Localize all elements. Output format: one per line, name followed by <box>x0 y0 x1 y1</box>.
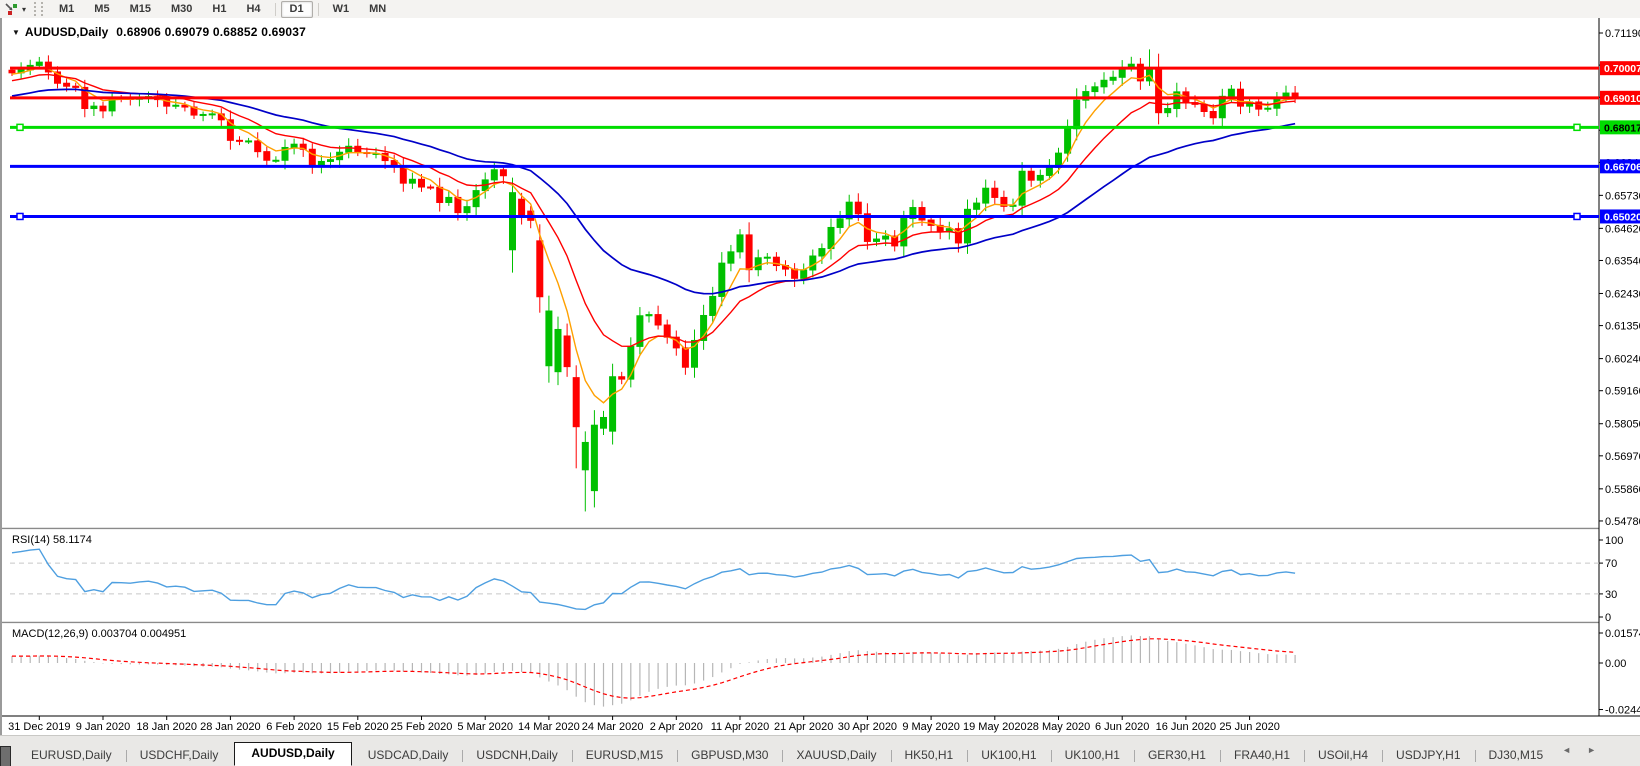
hline-handle <box>16 212 24 221</box>
date-tick-label: 9 May 2020 <box>902 721 959 733</box>
date-tick-label: 6 Jun 2020 <box>1095 721 1149 733</box>
tabs-scroll-left-icon[interactable]: ◄ <box>1562 745 1587 755</box>
chart-tab-usdcad-daily[interactable]: USDCAD,Daily <box>354 745 464 766</box>
chart-tab-eurusd-m15[interactable]: EURUSD,M15 <box>572 745 679 766</box>
price-tick-label: 0.60240 <box>1605 354 1640 366</box>
tab-stub[interactable] <box>0 746 11 766</box>
date-tick-label: 30 Apr 2020 <box>838 721 897 733</box>
rsi-tick-label: 70 <box>1605 558 1617 570</box>
tabs-container: EURUSD,Daily USDCHF,Daily AUDUSD,Daily USDC… <box>17 742 1557 766</box>
macd-tick-label: -0.024412 <box>1605 705 1640 717</box>
macd-tick-label: 0.015741 <box>1605 628 1640 640</box>
timeframe-button-h1[interactable]: H1 <box>203 1 235 18</box>
rsi-tick-label: 0 <box>1605 612 1611 624</box>
chart-tab-uk100-h1[interactable]: UK100,H1 <box>967 745 1052 766</box>
price-tick-label: 0.59160 <box>1605 386 1640 398</box>
chart-tab-hk50-h1[interactable]: HK50,H1 <box>891 745 969 766</box>
date-tick-label: 21 Apr 2020 <box>774 721 833 733</box>
price-tick-label: 0.64620 <box>1605 223 1640 235</box>
chart-tab-fra40-h1[interactable]: FRA40,H1 <box>1220 745 1306 766</box>
date-tick-label: 14 Mar 2020 <box>518 721 580 733</box>
chart-tab-ger30-h1[interactable]: GER30,H1 <box>1134 745 1221 766</box>
hline-price-label: 0.68017 <box>1604 122 1640 134</box>
date-tick-label: 11 Apr 2020 <box>711 721 770 733</box>
timeframe-buttons: M1 M5 M15 M30 H1 H4 D1 W1 MN <box>49 0 396 18</box>
date-tick-label: 31 Dec 2019 <box>8 721 70 733</box>
date-tick-label: 18 Jan 2020 <box>136 721 197 733</box>
timeframe-button-mn[interactable]: MN <box>360 1 395 18</box>
chart-tab-usdcnh-daily[interactable]: USDCNH,Daily <box>462 745 573 766</box>
chart-title: ▼ AUDUSD,Daily 0.68906 0.69079 0.68852 0.6… <box>12 25 306 39</box>
rsi-tick-label: 30 <box>1605 589 1617 601</box>
price-tick-label: 0.58050 <box>1605 419 1640 431</box>
timeframe-button-m5[interactable]: M5 <box>85 1 118 18</box>
date-tick-label: 15 Feb 2020 <box>327 721 389 733</box>
hline-price-label: 0.66706 <box>1604 161 1640 173</box>
price-tick-label: 0.62430 <box>1605 288 1640 300</box>
chart-tab-usoil-h4[interactable]: USOil,H4 <box>1304 745 1384 766</box>
toolbar: ▾ M1 M5 M15 M30 H1 H4 D1 W1 MN <box>0 0 1640 19</box>
price-tick-label: 0.71190 <box>1605 28 1640 40</box>
price-tick-label: 0.61350 <box>1605 321 1640 333</box>
price-tick-label: 0.54780 <box>1605 516 1640 528</box>
chart-tab-uk100-h1[interactable]: UK100,H1 <box>1051 745 1135 766</box>
date-tick-label: 5 Mar 2020 <box>457 721 513 733</box>
hline-handle <box>1573 212 1581 221</box>
tab-scroll-controls: ◄► <box>1562 745 1612 755</box>
macd-tick-label: 0.00 <box>1605 658 1626 670</box>
chart-tab-dj30-m15[interactable]: DJ30,M15 <box>1475 745 1558 766</box>
rsi-label: RSI(14) 58.1174 <box>12 534 92 546</box>
hline-handle <box>1573 123 1581 132</box>
symbol-timeframe-label: AUDUSD,Daily <box>24 25 109 39</box>
chart-tab-gbpusd-m30[interactable]: GBPUSD,M30 <box>677 745 784 766</box>
tabs-scroll-right-icon[interactable]: ► <box>1587 745 1612 755</box>
price-tick-label: 0.65730 <box>1605 190 1640 202</box>
timeframe-button-d1[interactable]: D1 <box>280 0 313 18</box>
hline-price-label: 0.70007 <box>1604 63 1640 75</box>
price-tick-label: 0.63540 <box>1605 255 1640 267</box>
hline-price-label: 0.65020 <box>1604 211 1640 223</box>
window-tabbar: EURUSD,Daily USDCHF,Daily AUDUSD,Daily USDC… <box>0 735 1640 766</box>
chart-shift-icon[interactable] <box>3 2 21 16</box>
toolbar-grip[interactable] <box>34 2 44 16</box>
timeframe-button-w1[interactable]: W1 <box>324 1 359 18</box>
chart-tab-usdjpy-h1[interactable]: USDJPY,H1 <box>1382 745 1476 766</box>
date-tick-label: 9 Jan 2020 <box>76 721 130 733</box>
timeframe-button-m15[interactable]: M15 <box>121 1 160 18</box>
macd-label: MACD(12,26,9) 0.003704 0.004951 <box>12 628 187 640</box>
price-tick-label: 0.56970 <box>1605 451 1640 463</box>
rsi-tick-label: 100 <box>1605 535 1623 547</box>
toolbar-caret-icon[interactable]: ▾ <box>22 5 26 14</box>
hline-price-label: 0.69010 <box>1604 93 1640 105</box>
ohlc-values: 0.68906 0.69079 0.68852 0.69037 <box>116 25 306 39</box>
chart-tab-eurusd-daily[interactable]: EURUSD,Daily <box>17 745 127 766</box>
date-tick-label: 24 Mar 2020 <box>582 721 644 733</box>
chart-shift-icon-glyph <box>4 2 17 15</box>
date-tick-label: 6 Feb 2020 <box>266 721 322 733</box>
date-tick-label: 28 May 2020 <box>1027 721 1091 733</box>
date-tick-label: 2 Apr 2020 <box>650 721 703 733</box>
chart-tab-audusd-daily[interactable]: AUDUSD,Daily <box>234 742 352 766</box>
title-caret-icon[interactable]: ▼ <box>12 28 20 37</box>
price-tick-label: 0.55860 <box>1605 484 1640 496</box>
date-tick-label: 19 May 2020 <box>963 721 1027 733</box>
date-tick-label: 25 Feb 2020 <box>391 721 453 733</box>
chart-tab-usdchf-daily[interactable]: USDCHF,Daily <box>126 745 233 766</box>
date-tick-label: 16 Jun 2020 <box>1156 721 1217 733</box>
chart-window: 0.711900.701100.690300.679200.668400.657… <box>0 18 1640 735</box>
hline-handle <box>16 123 24 132</box>
timeframe-button-m1[interactable]: M1 <box>50 1 83 18</box>
chart-tab-xauusd-daily[interactable]: XAUUSD,Daily <box>782 745 892 766</box>
timeframe-button-h4[interactable]: H4 <box>237 1 269 18</box>
chart-canvas[interactable]: 0.711900.701100.690300.679200.668400.657… <box>2 18 1640 735</box>
date-tick-label: 25 Jun 2020 <box>1219 721 1280 733</box>
timeframe-button-m30[interactable]: M30 <box>162 1 201 18</box>
date-tick-label: 28 Jan 2020 <box>200 721 261 733</box>
